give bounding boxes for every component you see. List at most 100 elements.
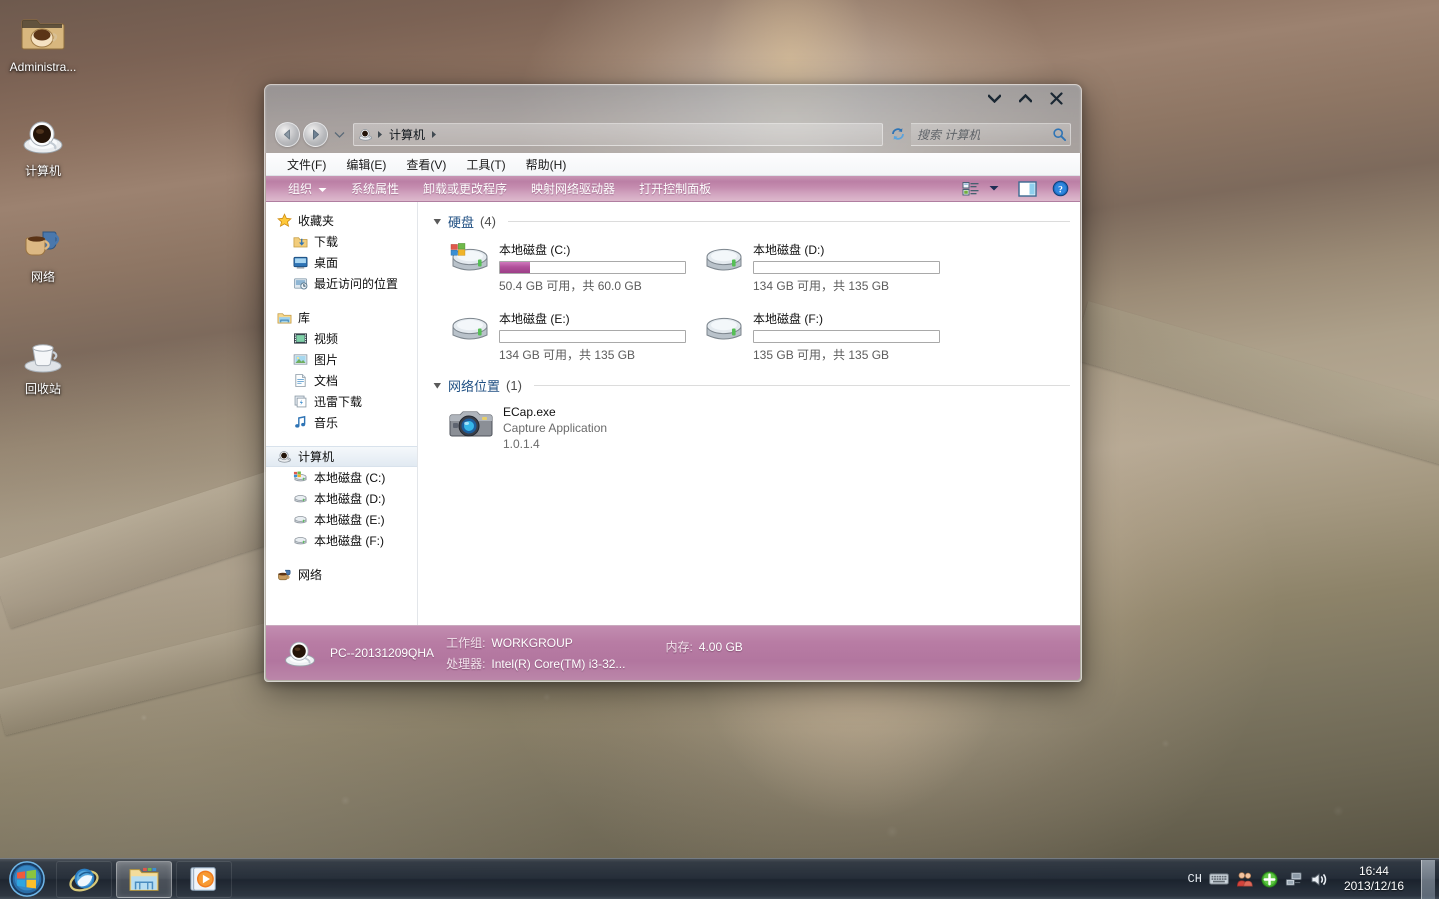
nav-downloads[interactable]: 下载 [266,231,417,252]
desktop-icon-label: 回收站 [24,382,61,396]
nav-thunder-download[interactable]: 迅雷下载 [266,391,417,412]
taskbar-item-windows-explorer[interactable] [116,860,172,898]
drive-usage-bar [753,330,940,343]
refresh-button[interactable] [887,123,909,145]
drive-item-d[interactable]: 本地磁盘 (D:) 134 GB 可用，共 135 GB [700,237,954,297]
nav-libraries[interactable]: 库 [266,307,417,328]
nav-computer[interactable]: 计算机 [266,446,417,467]
start-button[interactable] [2,860,52,899]
recent-pages-dropdown[interactable] [334,125,345,143]
nav-drive-c[interactable]: 本地磁盘 (C:) [266,467,417,488]
nav-videos[interactable]: 视频 [266,328,417,349]
maximize-button[interactable] [1011,88,1040,109]
nav-pictures[interactable]: 图片 [266,349,417,370]
video-icon [292,331,308,347]
nav-drive-d[interactable]: 本地磁盘 (D:) [266,488,417,509]
command-organize[interactable]: 组织 [276,176,339,201]
drive-item-f[interactable]: 本地磁盘 (F:) 135 GB 可用，共 135 GB [700,306,954,366]
green-plus-icon[interactable] [1261,870,1278,888]
taskbar-clock[interactable]: 16:44 2013/12/16 [1336,864,1412,894]
computer-icon [358,127,373,142]
search-box[interactable]: 搜索 计算机 [911,122,1071,146]
drive-name: 本地磁盘 (F:) [753,312,823,326]
menu-tools[interactable]: 工具(T) [457,153,514,176]
group-count: (1) [506,378,522,393]
menu-view[interactable]: 查看(V) [397,153,455,176]
nav-documents[interactable]: 文档 [266,370,417,391]
view-options-icon[interactable] [957,179,984,199]
nav-music[interactable]: 音乐 [266,412,417,433]
title-bar[interactable] [265,85,1081,115]
network-item-ecap[interactable]: ECap.exe Capture Application 1.0.1.4 [446,401,1070,455]
desktop-icon-label: Administra... [9,60,77,74]
show-desktop-button[interactable] [1421,859,1435,899]
nav-network[interactable]: 网络 [266,564,417,585]
search-input[interactable]: 搜索 计算机 [917,126,980,143]
back-button[interactable] [275,121,300,147]
desktop-icon-recycle-bin[interactable]: 回收站 [0,330,86,397]
desktop-icon [292,255,308,271]
drive-info: 本地磁盘 (C:) 50.4 GB 可用，共 60.0 GB [499,240,686,294]
desktop-icon-network[interactable]: 网络 [0,218,86,285]
address-bar-row: 计算机 搜索 计算机 [265,117,1081,151]
nav-drive-f[interactable]: 本地磁盘 (F:) [266,530,417,551]
command-map-network-drive[interactable]: 映射网络驱动器 [519,176,627,201]
collapse-triangle-icon[interactable] [432,381,442,391]
collapse-triangle-icon[interactable] [432,217,442,227]
preview-pane-icon[interactable] [1004,179,1042,199]
drive-free-text: 134 GB 可用，共 135 GB [499,348,636,362]
keyboard-icon[interactable] [1209,872,1229,886]
close-button[interactable] [1042,88,1071,109]
nav-favorites[interactable]: 收藏夹 [266,210,417,231]
clock-date: 2013/12/16 [1343,879,1404,893]
people-icon[interactable] [1236,871,1254,887]
command-organize-label: 组织 [288,182,313,196]
forward-button[interactable] [303,121,328,147]
taskbar-item-internet-explorer[interactable] [56,860,112,898]
address-bar[interactable]: 计算机 [353,122,883,146]
nav-label: 视频 [314,332,339,346]
computer-coffee-icon [282,635,318,671]
nav-label: 最近访问的位置 [314,277,399,291]
command-bar: 组织 系统属性 卸载或更改程序 映射网络驱动器 打开控制面板 ? [266,176,1080,202]
desktop-icon-computer[interactable]: 计算机 [0,112,86,179]
command-uninstall-programs[interactable]: 卸载或更改程序 [411,176,519,201]
drive-free-text: 134 GB 可用，共 135 GB [753,279,890,293]
group-header-harddisks[interactable]: 硬盘 (4) [432,212,1070,231]
documents-icon [292,373,308,389]
help-icon[interactable]: ? [1042,178,1074,199]
menu-edit[interactable]: 编辑(E) [337,153,395,176]
drive-item-c[interactable]: 本地磁盘 (C:) 50.4 GB 可用，共 60.0 GB [446,237,700,297]
drive-info: 本地磁盘 (D:) 134 GB 可用，共 135 GB [753,240,940,294]
recycle-bin-coffee-icon [0,330,86,380]
drive-info: 本地磁盘 (F:) 135 GB 可用，共 135 GB [753,309,940,363]
drive-usage-bar [499,330,686,343]
taskbar-item-media-player[interactable] [176,860,232,898]
menu-file[interactable]: 文件(F) [278,153,335,176]
details-memory-row: 内存: 4.00 GB [665,638,742,655]
menu-bar: 文件(F) 编辑(E) 查看(V) 工具(T) 帮助(H) [266,153,1080,176]
nav-label: 收藏夹 [298,214,335,228]
details-cpu-label: 处理器: [446,657,486,671]
drive-item-e[interactable]: 本地磁盘 (E:) 134 GB 可用，共 135 GB [446,306,700,366]
breadcrumb-computer[interactable]: 计算机 [387,126,427,143]
group-header-network-locations[interactable]: 网络位置 (1) [432,376,1070,395]
command-system-properties[interactable]: 系统属性 [339,176,411,201]
view-options-chevron-down-icon[interactable] [984,183,1004,194]
desktop-icon-administrator[interactable]: Administra... [0,8,86,75]
tray-language-indicator[interactable]: CH [1188,872,1202,886]
command-open-control-panel[interactable]: 打开控制面板 [627,176,723,201]
minimize-button[interactable] [980,88,1009,109]
network-icon[interactable] [1285,871,1303,887]
nav-label: 文档 [314,374,339,388]
thunder-download-icon [292,394,308,410]
system-drive-icon [449,240,491,283]
menu-help[interactable]: 帮助(H) [517,153,576,176]
nav-desktop[interactable]: 桌面 [266,252,417,273]
nav-recent-places[interactable]: 最近访问的位置 [266,273,417,294]
breadcrumb-separator[interactable] [430,130,438,139]
nav-drive-e[interactable]: 本地磁盘 (E:) [266,509,417,530]
search-icon[interactable] [1052,127,1067,142]
volume-icon[interactable] [1310,871,1329,888]
